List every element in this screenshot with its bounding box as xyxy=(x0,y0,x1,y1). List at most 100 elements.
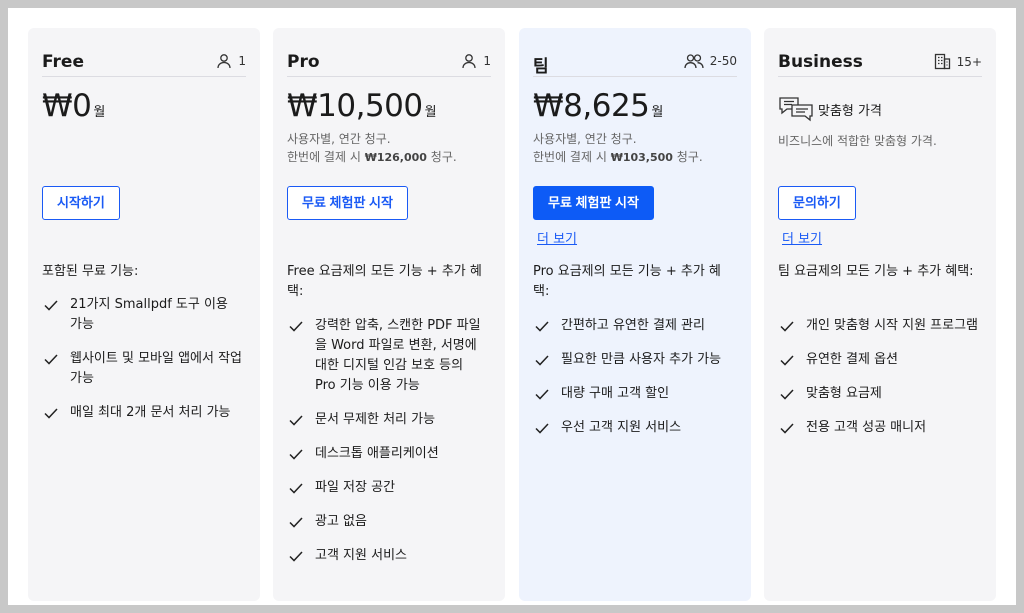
billing-text: 한번에 결제 시 xyxy=(533,150,607,164)
check-icon xyxy=(535,355,549,366)
custom-price-label: 맞춤형 가격 xyxy=(818,103,882,119)
chat-icon xyxy=(779,97,813,122)
user-count-value: 2-50 xyxy=(709,54,737,68)
billing-info: 사용자별, 연간 청구. 한번에 결제 시 ₩126,000 청구. xyxy=(287,130,457,167)
price-amount: ₩8,625 xyxy=(533,88,650,124)
feature-text: 필요한 만큼 사용자 추가 가능 xyxy=(561,352,722,367)
feature-text: 매일 최대 2개 문서 처리 가능 xyxy=(70,405,231,420)
check-icon xyxy=(535,423,549,434)
feature-text: 21가지 Smallpdf 도구 이용 가능 xyxy=(70,297,228,332)
feature-text: 맞춤형 요금제 xyxy=(806,386,882,401)
price-amount: ₩0 xyxy=(42,88,92,124)
feature-text: 광고 없음 xyxy=(315,514,367,529)
feature-list: 간편하고 유연한 결제 관리 필요한 만큼 사용자 추가 가능 대량 구매 고객… xyxy=(533,316,737,452)
feature-list: 개인 맞춤형 시작 지원 프로그램 유연한 결제 옵션 맞춤형 요금제 전용 고… xyxy=(778,316,982,452)
user-count-value: 1 xyxy=(483,54,491,68)
billing-line: 한번에 결제 시 ₩126,000 청구. xyxy=(287,148,457,167)
feature-text: 고객 지원 서비스 xyxy=(315,548,407,563)
list-item: 맞춤형 요금제 xyxy=(778,384,982,404)
start-button[interactable]: 시작하기 xyxy=(42,186,120,220)
feature-text: 대량 구매 고객 할인 xyxy=(561,386,670,401)
custom-price: 맞춤형 가격 xyxy=(778,96,882,122)
check-icon xyxy=(780,389,794,400)
check-icon xyxy=(780,423,794,434)
list-item: 전용 고객 성공 매니저 xyxy=(778,418,982,438)
check-icon xyxy=(780,355,794,366)
feature-list: 21가지 Smallpdf 도구 이용 가능 웹사이트 및 모바일 앱에서 작업… xyxy=(42,295,246,437)
check-icon xyxy=(289,551,303,562)
price-period: 월 xyxy=(651,105,664,120)
check-icon xyxy=(535,389,549,400)
see-more-link[interactable]: 더 보기 xyxy=(782,228,822,247)
plan-header: Free 1 xyxy=(42,50,246,77)
list-item: 파일 저장 공간 xyxy=(287,478,491,498)
user-count: 1 xyxy=(461,53,491,69)
list-item: 개인 맞춤형 시작 지원 프로그램 xyxy=(778,316,982,336)
plan-card-pro: Pro 1 ₩10,500 월 사용자별, 연간 청구. 한번에 결제 시 ₩12… xyxy=(273,28,505,601)
features-title: 포함된 무료 기능: xyxy=(42,264,139,279)
see-more-link[interactable]: 더 보기 xyxy=(537,228,577,247)
list-item: 유연한 결제 옵션 xyxy=(778,350,982,370)
list-item: 문서 무제한 처리 가능 xyxy=(287,410,491,430)
feature-text: 문서 무제한 처리 가능 xyxy=(315,412,436,427)
plan-name: Free xyxy=(42,52,84,72)
feature-text: 강력한 압축, 스캔한 PDF 파일을 Word 파일로 변환, 서명에 대한 … xyxy=(315,318,481,393)
check-icon xyxy=(780,321,794,332)
user-count-value: 15+ xyxy=(956,54,982,69)
start-trial-button[interactable]: 무료 체험판 시작 xyxy=(287,186,408,220)
feature-text: 웹사이트 및 모바일 앱에서 작업 가능 xyxy=(70,351,243,386)
feature-text: 전용 고객 성공 매니저 xyxy=(806,420,927,435)
user-count: 2-50 xyxy=(684,53,737,69)
check-icon xyxy=(535,321,549,332)
list-item: 대량 구매 고객 할인 xyxy=(533,384,737,404)
building-icon xyxy=(934,53,950,70)
billing-text: 한번에 결제 시 xyxy=(287,150,361,164)
list-item: 강력한 압축, 스캔한 PDF 파일을 Word 파일로 변환, 서명에 대한 … xyxy=(287,316,491,396)
feature-text: 간편하고 유연한 결제 관리 xyxy=(561,318,705,333)
price: ₩0 월 xyxy=(42,88,105,124)
list-item: 21가지 Smallpdf 도구 이용 가능 xyxy=(42,295,246,335)
feature-text: 유연한 결제 옵션 xyxy=(806,352,898,367)
plan-header: Pro 1 xyxy=(287,50,491,77)
feature-text: 개인 맞춤형 시작 지원 프로그램 xyxy=(806,318,979,333)
price: ₩8,625 월 xyxy=(533,88,663,124)
check-icon xyxy=(44,354,58,365)
list-item: 데스크톱 애플리케이션 xyxy=(287,444,491,464)
users-icon xyxy=(684,54,704,69)
feature-text: 데스크톱 애플리케이션 xyxy=(315,446,439,461)
plan-card-free: Free 1 ₩0 월 시작하기 포함된 무료 기능: 21가지 Smallpdf… xyxy=(28,28,260,601)
custom-price-description: 비즈니스에 적합한 맞춤형 가격. xyxy=(778,134,937,148)
plan-name: Pro xyxy=(287,52,320,72)
pricing-section: Free 1 ₩0 월 시작하기 포함된 무료 기능: 21가지 Smallpdf… xyxy=(8,8,1016,605)
contact-button[interactable]: 문의하기 xyxy=(778,186,856,220)
list-item: 필요한 만큼 사용자 추가 가능 xyxy=(533,350,737,370)
user-count: 1 xyxy=(216,53,246,69)
feature-text: 파일 저장 공간 xyxy=(315,480,396,495)
list-item: 웹사이트 및 모바일 앱에서 작업 가능 xyxy=(42,349,246,389)
check-icon xyxy=(289,415,303,426)
price-period: 월 xyxy=(424,105,437,120)
list-item: 매일 최대 2개 문서 처리 가능 xyxy=(42,403,246,423)
billing-line: 한번에 결제 시 ₩103,500 청구. xyxy=(533,148,703,167)
user-icon xyxy=(462,54,477,69)
check-icon xyxy=(44,408,58,419)
list-item: 광고 없음 xyxy=(287,512,491,532)
check-icon xyxy=(44,300,58,311)
list-item: 고객 지원 서비스 xyxy=(287,546,491,566)
plan-name: 팀 xyxy=(533,57,549,77)
price: ₩10,500 월 xyxy=(287,88,437,124)
billing-text: 청구. xyxy=(430,150,457,164)
billing-amount: ₩126,000 xyxy=(364,151,427,164)
user-count: 15+ xyxy=(934,53,982,70)
user-icon xyxy=(217,54,232,69)
price-period: 월 xyxy=(93,105,106,120)
billing-amount: ₩103,500 xyxy=(610,151,673,164)
start-trial-button[interactable]: 무료 체험판 시작 xyxy=(533,186,654,220)
plan-card-business: Business 15+ 맞춤형 가격 비즈니스에 적합한 맞춤형 가격. 문의… xyxy=(764,28,996,601)
list-item: 간편하고 유연한 결제 관리 xyxy=(533,316,737,336)
check-icon xyxy=(289,483,303,494)
features-title: Pro 요금제의 모든 기능 + 추가 혜택: xyxy=(533,264,721,299)
features-title: Free 요금제의 모든 기능 + 추가 혜택: xyxy=(287,264,482,299)
plan-card-team: 팀 2-50 ₩8,625 월 사용자별, 연간 청구. 한번에 결제 시 ₩10… xyxy=(519,28,751,601)
plan-name: Business xyxy=(778,52,863,72)
